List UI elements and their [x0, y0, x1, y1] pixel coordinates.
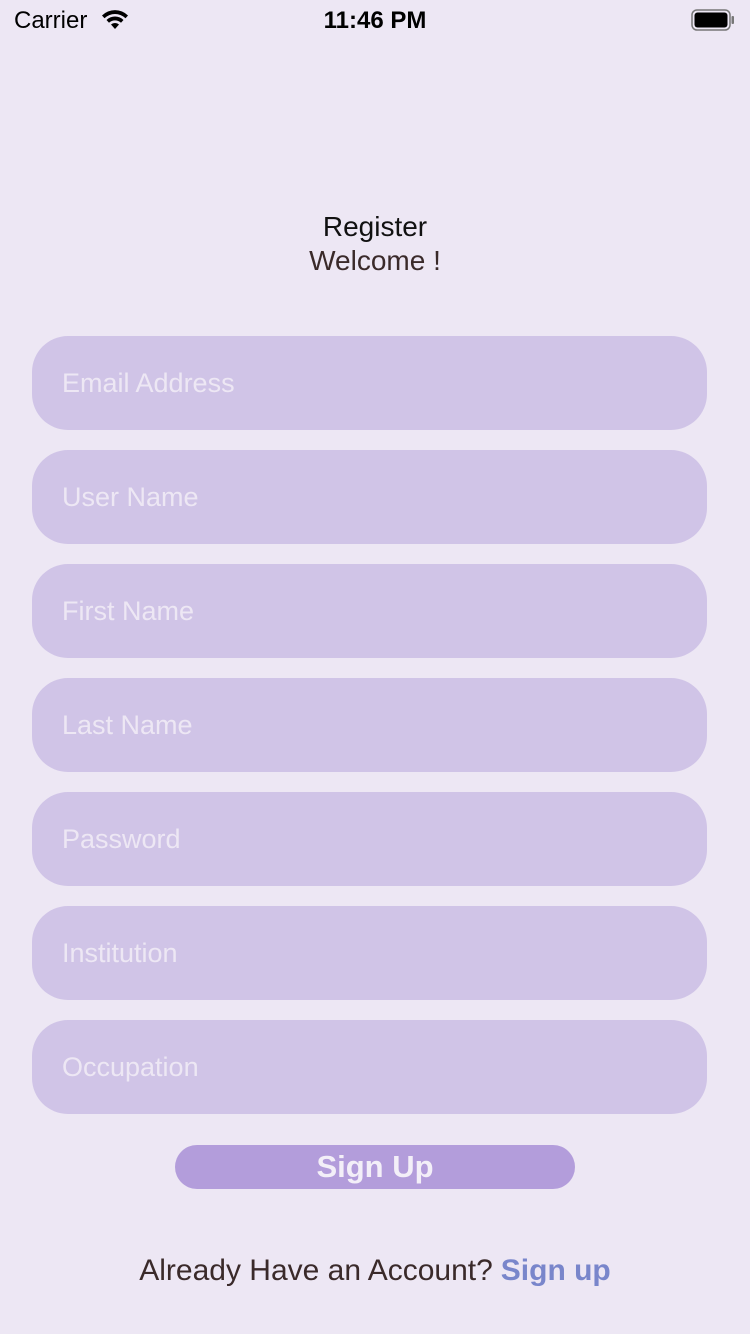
sign-up-button[interactable]: Sign Up [175, 1145, 575, 1189]
register-form [32, 336, 707, 1134]
clock: 11:46 PM [323, 7, 427, 34]
username-field[interactable] [62, 450, 677, 544]
status-bar: Carrier 11:46 PM [0, 0, 750, 40]
email-field-container [32, 336, 707, 430]
first-name-field-container [32, 564, 707, 658]
institution-field[interactable] [62, 906, 677, 1000]
password-field[interactable] [62, 792, 677, 886]
already-have-account-text: Already Have an Account? [139, 1254, 493, 1287]
sign-up-link[interactable]: Sign up [501, 1254, 611, 1287]
occupation-field-container [32, 1020, 707, 1114]
password-field-container [32, 792, 707, 886]
page-title: Register [322, 211, 428, 242]
page-subtitle: Welcome ! [309, 245, 441, 276]
occupation-field[interactable] [62, 1020, 677, 1114]
institution-field-container [32, 906, 707, 1000]
footer: Already Have an Account? Sign up [0, 1254, 750, 1288]
last-name-field[interactable] [62, 678, 677, 772]
last-name-field-container [32, 678, 707, 772]
header: Register Welcome ! [0, 210, 750, 278]
battery-icon [691, 9, 734, 31]
first-name-field[interactable] [62, 564, 677, 658]
username-field-container [32, 450, 707, 544]
email-field[interactable] [62, 336, 677, 430]
